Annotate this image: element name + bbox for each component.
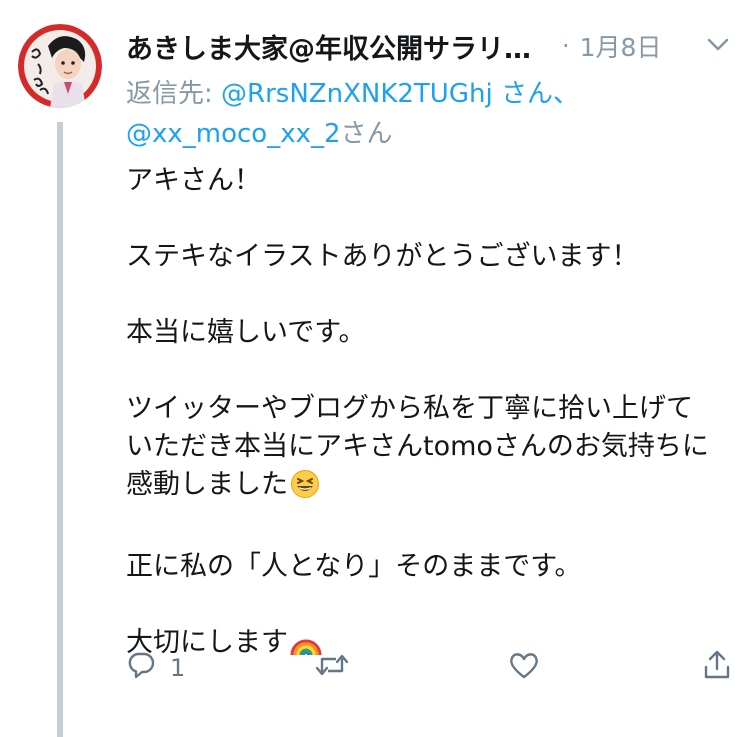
thread-connector-line: [57, 122, 63, 737]
tweet-line: いただき本当にアキさんtomoさんのお気持ちに: [126, 431, 709, 462]
reply-prefix: 返信先:: [126, 79, 222, 109]
tweet-header: あきしま大家@年収公開サラリーマン大家 · 1月8日: [126, 26, 736, 66]
tweet-line-with-emoji: 感動しました: [126, 466, 731, 510]
share-button[interactable]: [702, 648, 732, 688]
share-icon: [702, 649, 732, 687]
mention-suffix-1[interactable]: さん、: [493, 79, 579, 109]
tweet-actions: 1: [126, 648, 736, 688]
timestamp[interactable]: 1月8日: [580, 28, 662, 64]
tweet-line: アキさん！: [126, 165, 261, 196]
avatar-portrait-image: [18, 24, 102, 108]
retweet-button[interactable]: [314, 648, 350, 688]
retweet-icon: [314, 650, 350, 686]
tweet-text: アキさん！ ステキなイラストありがとうございます！ 本当に嬉しいです。 ツイッタ…: [126, 162, 731, 668]
tweet-line: 本当に嬉しいです。: [126, 317, 366, 348]
tweet-line: ステキなイラストありがとうございます！: [126, 241, 639, 272]
tweet-line: 正に私の「人となり」そのままです。: [126, 551, 582, 582]
avatar[interactable]: [18, 24, 102, 108]
display-name[interactable]: あきしま大家@年収公開サラリーマン大家: [126, 27, 546, 66]
mention-link-1[interactable]: @RrsNZnXNK2TUGhj: [221, 79, 493, 109]
mention-link-2[interactable]: @xx_moco_xx_2: [126, 119, 341, 149]
tweet[interactable]: あきしま大家@年収公開サラリーマン大家 · 1月8日 返信先: @RrsNZnX…: [0, 0, 750, 737]
reply-context: 返信先: @RrsNZnXNK2TUGhj さん、 @xx_moco_xx_2さ…: [126, 74, 726, 154]
reply-button[interactable]: 1: [126, 648, 185, 688]
heart-icon: [508, 650, 540, 686]
reply-count: 1: [170, 654, 186, 682]
mention-suffix-2: さん: [340, 119, 393, 149]
separator-dot: ·: [562, 32, 570, 60]
grinning-squinting-face-emoji: [290, 469, 320, 510]
like-button[interactable]: [508, 648, 540, 688]
tweet-line: ツイッターやブログから私を丁寧に拾い上げて: [126, 393, 693, 424]
reply-icon: [126, 650, 156, 686]
tweet-line-text: 感動しました: [126, 469, 288, 500]
chevron-down-icon[interactable]: [700, 30, 736, 60]
